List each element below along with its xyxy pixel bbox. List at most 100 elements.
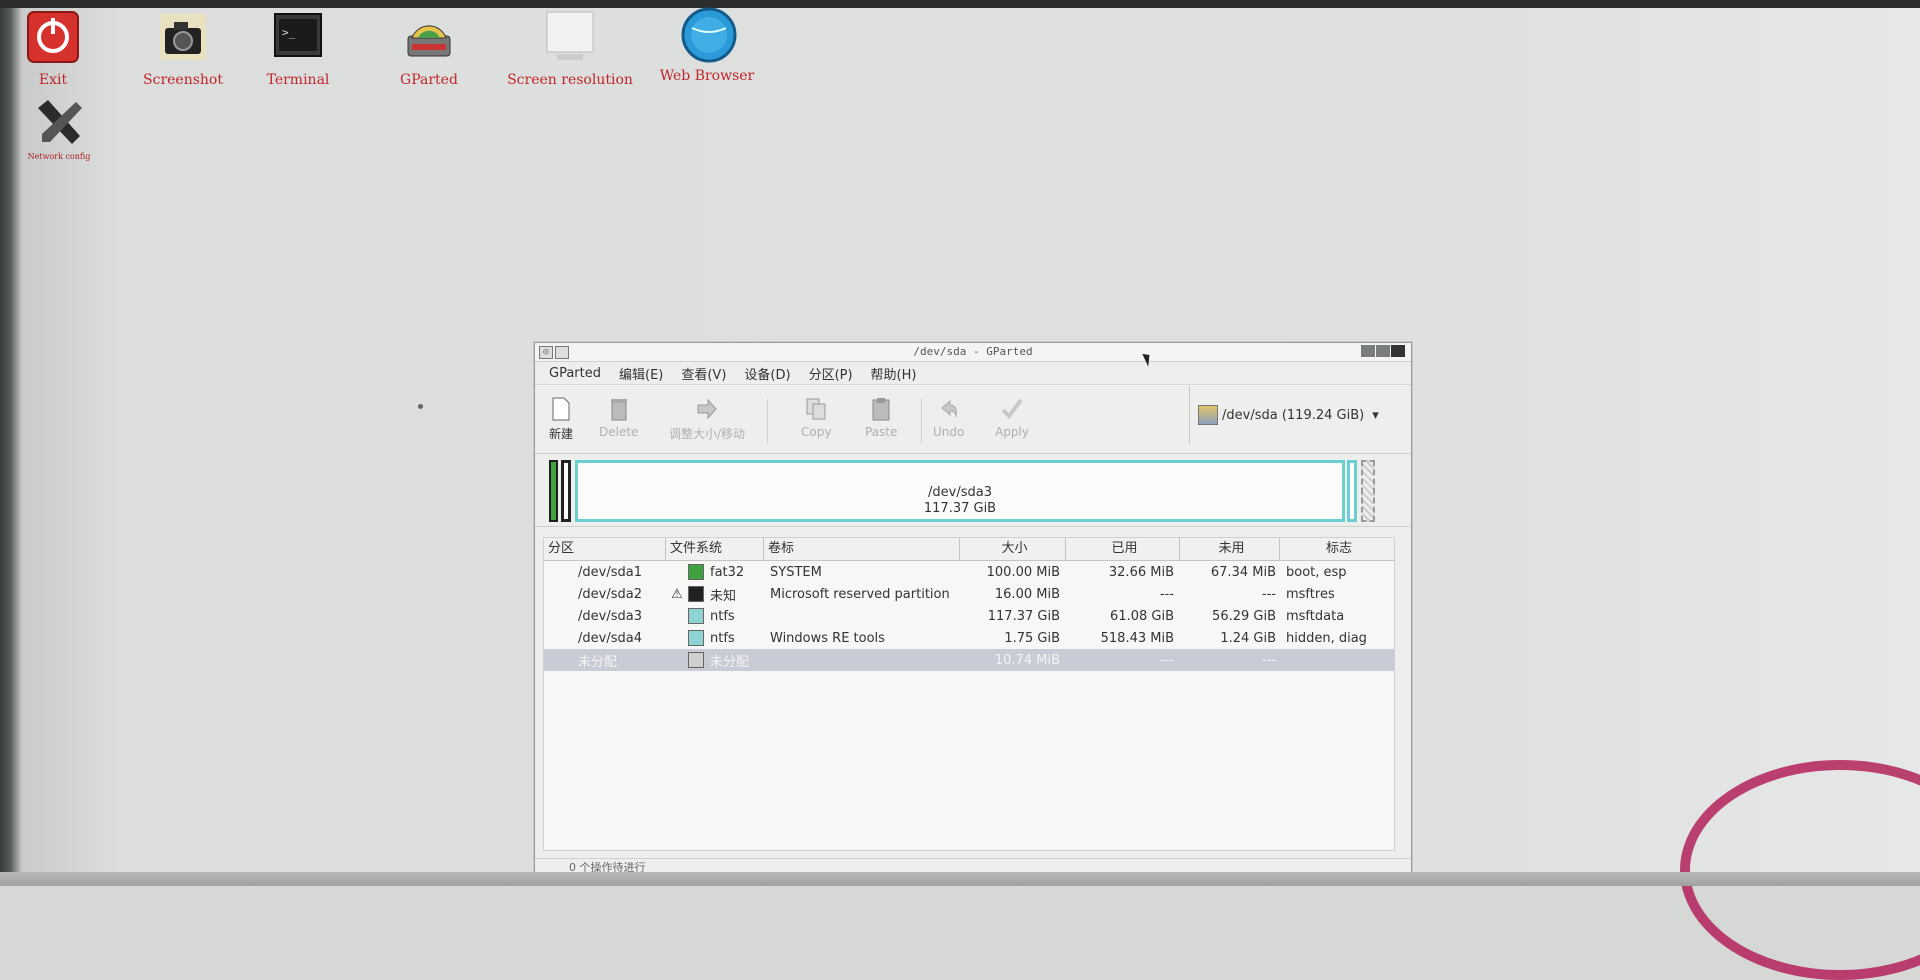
cell-used: --- <box>1159 586 1174 602</box>
window-titlebar[interactable]: ◎ /dev/sda - GParted <box>535 343 1411 362</box>
cell-size: 1.75 GiB <box>1004 630 1060 646</box>
menu-help[interactable]: 帮助(H) <box>871 364 917 383</box>
close-button[interactable] <box>1391 345 1405 357</box>
copy-button[interactable]: Copy <box>801 397 831 439</box>
cell-flags: msftdata <box>1286 608 1345 624</box>
cell-size: 10.74 MiB <box>994 652 1060 668</box>
menu-view[interactable]: 查看(V) <box>681 364 726 383</box>
partition-block-sda2[interactable] <box>561 460 571 522</box>
cell-unused: 56.29 GiB <box>1212 608 1276 624</box>
delete-button[interactable]: Delete <box>599 397 638 439</box>
cell-partition: /dev/sda2 <box>578 586 642 602</box>
gparted-window: ◎ /dev/sda - GParted GParted 编辑(E) 查看(V)… <box>534 342 1412 878</box>
undo-icon <box>938 397 960 421</box>
col-flags[interactable]: 标志 <box>1280 538 1394 560</box>
cell-unused: --- <box>1261 586 1276 602</box>
table-row[interactable]: /dev/sda2 ⚠ 未知 Microsoft reserved partition… <box>544 583 1394 605</box>
cell-label: Microsoft reserved partition <box>770 586 950 602</box>
desktop-icon-label: GParted <box>400 72 458 88</box>
cell-unused: 1.24 GiB <box>1220 630 1276 646</box>
cell-flags: hidden, diag <box>1286 630 1367 646</box>
table-row[interactable]: /dev/sda4 ntfs Windows RE tools 1.75 GiB 518… <box>544 627 1394 649</box>
apply-label: Apply <box>995 425 1029 439</box>
col-unused[interactable]: 未用 <box>1180 538 1280 560</box>
cell-partition: /dev/sda1 <box>578 564 642 580</box>
partition-table: 分区 文件系统 卷标 大小 已用 未用 标志 /dev/sda1 fat32 SYS… <box>543 537 1395 851</box>
menu-gparted[interactable]: GParted <box>549 366 601 381</box>
paste-label: Paste <box>865 425 898 439</box>
partition-block-size: 117.37 GiB <box>923 501 997 516</box>
minimize-button[interactable] <box>1361 345 1375 357</box>
monitor-bezel-bottom <box>0 872 1920 886</box>
menu-partition[interactable]: 分区(P) <box>809 364 853 383</box>
filesystem-name: 未分配 <box>710 654 750 670</box>
window-title: /dev/sda - GParted <box>913 345 1033 358</box>
partition-block-sda3[interactable]: /dev/sda3 117.37 GiB <box>575 460 1345 522</box>
new-button[interactable]: 新建 <box>549 397 573 442</box>
cell-filesystem: ntfs <box>688 630 764 646</box>
col-size[interactable]: 大小 <box>960 538 1066 560</box>
cell-filesystem: fat32 <box>688 564 764 580</box>
globe-icon <box>680 6 737 63</box>
col-used[interactable]: 已用 <box>1066 538 1180 560</box>
undo-button[interactable]: Undo <box>933 397 964 439</box>
delete-label: Delete <box>599 425 639 439</box>
trash-icon <box>608 397 630 421</box>
warning-icon: ⚠ <box>671 586 683 602</box>
monitor-icon <box>543 10 597 64</box>
resize-arrow-icon <box>696 397 718 421</box>
filesystem-name: ntfs <box>710 630 735 646</box>
cell-unused: 67.34 MiB <box>1210 564 1276 580</box>
maximize-button[interactable] <box>1376 345 1390 357</box>
desktop-icon-web-browser[interactable]: Web Browser <box>652 6 762 84</box>
col-partition[interactable]: 分区 <box>544 538 666 560</box>
svg-text:>_: >_ <box>282 26 296 39</box>
menu-edit[interactable]: 编辑(E) <box>619 364 663 383</box>
tools-icon <box>32 96 86 150</box>
undo-label: Undo <box>933 425 965 439</box>
partition-block-sda1[interactable] <box>549 460 558 522</box>
apply-button[interactable]: Apply <box>995 397 1029 439</box>
desktop-icon-gparted[interactable]: GParted <box>374 10 484 88</box>
cell-used: 32.66 MiB <box>1108 564 1174 580</box>
col-filesystem[interactable]: 文件系统 <box>666 538 764 560</box>
menu-device[interactable]: 设备(D) <box>744 364 790 383</box>
resize-move-button[interactable]: 调整大小/移动 <box>669 397 745 442</box>
desktop-icon-screenshot[interactable]: Screenshot <box>128 10 238 88</box>
desktop-icon-label: Screen resolution <box>507 72 633 88</box>
partition-block-unallocated[interactable] <box>1361 460 1375 522</box>
power-icon <box>26 10 80 64</box>
desktop-icon-label: Terminal <box>266 72 330 88</box>
cell-label: Windows RE tools <box>770 630 885 646</box>
menubar: GParted 编辑(E) 查看(V) 设备(D) 分区(P) 帮助(H) <box>535 362 1411 385</box>
partition-block-text: /dev/sda3 117.37 GiB <box>578 485 1342 517</box>
window-controls <box>1361 345 1405 357</box>
table-row[interactable]: /dev/sda1 fat32 SYSTEM 100.00 MiB 32.66 MiB 6… <box>544 561 1394 583</box>
paste-icon <box>870 397 892 421</box>
partition-block-sda4[interactable] <box>1347 460 1357 522</box>
desktop-icon-terminal[interactable]: >_ Terminal <box>243 10 353 88</box>
desktop-icon-network-config[interactable]: Network config <box>14 96 104 161</box>
disk-map: /dev/sda3 117.37 GiB <box>535 454 1411 527</box>
device-selector[interactable]: /dev/sda (119.24 GiB) ▾ <box>1189 386 1404 444</box>
cell-used: 61.08 GiB <box>1110 608 1174 624</box>
table-row[interactable]: 未分配 未分配 10.74 MiB --- --- <box>544 649 1394 671</box>
cell-size: 117.37 GiB <box>987 608 1060 624</box>
filesystem-name: ntfs <box>710 608 735 624</box>
desktop-icon-screen-resolution[interactable]: Screen resolution <box>505 10 635 88</box>
paste-button[interactable]: Paste <box>865 397 897 439</box>
cell-size: 100.00 MiB <box>986 564 1060 580</box>
col-label[interactable]: 卷标 <box>764 538 960 560</box>
table-row[interactable]: /dev/sda3 ntfs 117.37 GiB 61.08 GiB 56.29 Gi… <box>544 605 1394 627</box>
filesystem-name: fat32 <box>710 564 745 580</box>
desktop-icon-exit[interactable]: Exit <box>0 10 108 88</box>
desktop-icon-label: Network config <box>27 152 91 161</box>
table-header: 分区 文件系统 卷标 大小 已用 未用 标志 <box>544 538 1394 561</box>
device-selector-value: /dev/sda (119.24 GiB) <box>1222 407 1365 423</box>
resize-label: 调整大小/移动 <box>669 427 746 441</box>
filesystem-color-swatch <box>688 564 704 580</box>
cell-filesystem: 未知 <box>688 585 764 604</box>
cell-filesystem: ntfs <box>688 608 764 624</box>
filesystem-color-swatch <box>688 630 704 646</box>
new-file-icon <box>550 397 572 421</box>
